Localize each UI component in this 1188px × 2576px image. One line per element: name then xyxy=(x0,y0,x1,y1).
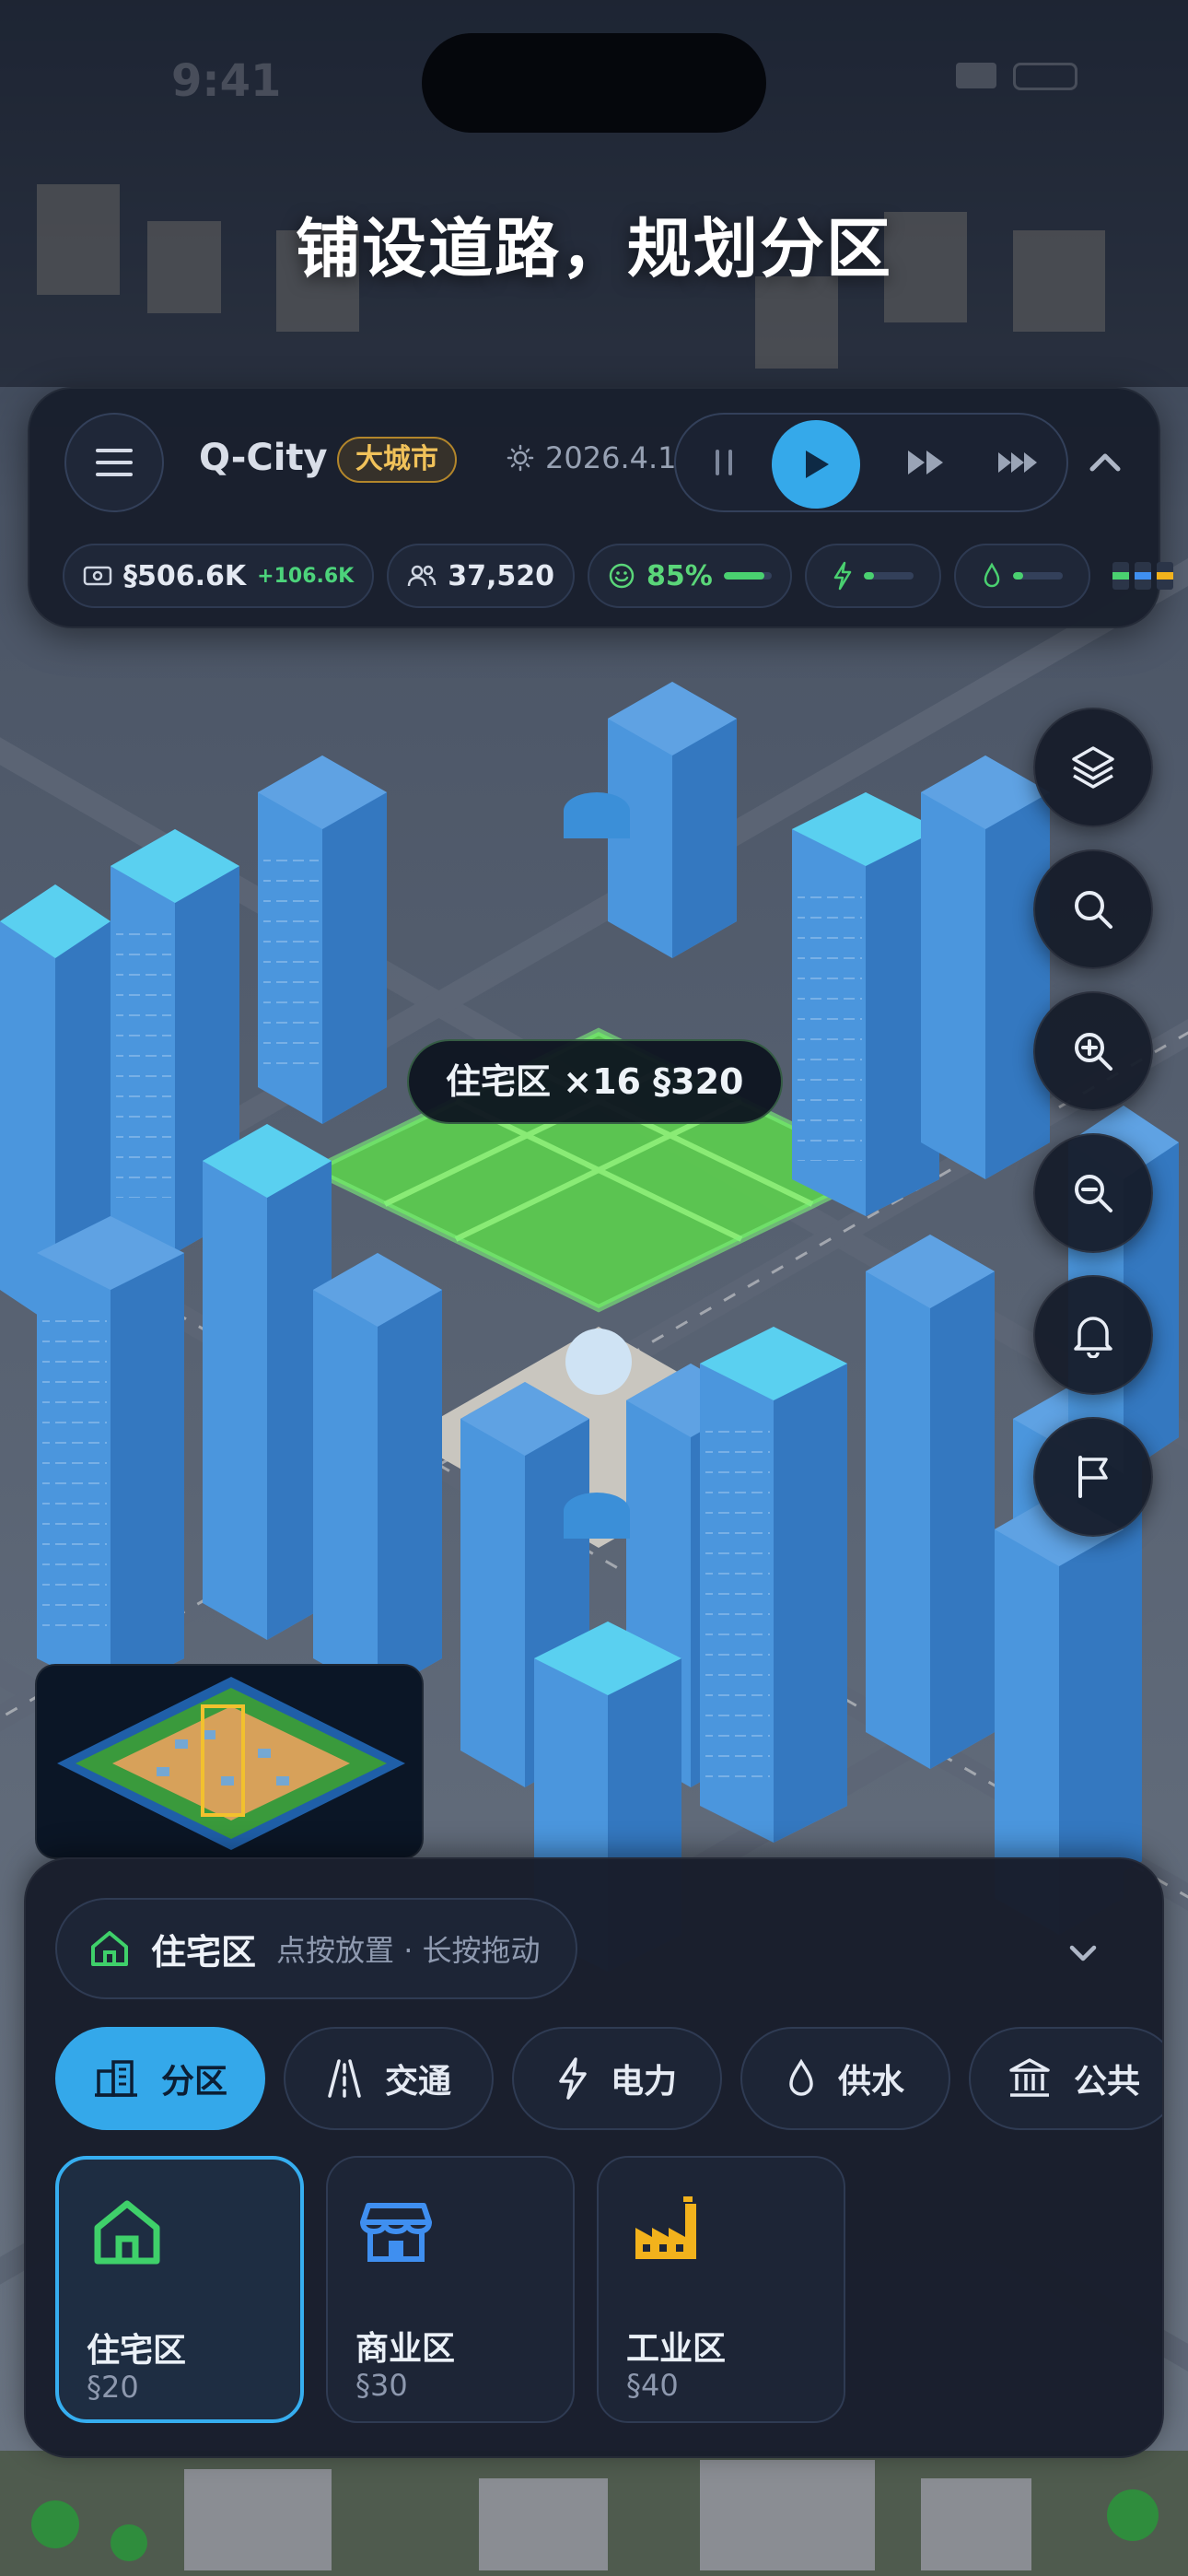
tab-public[interactable]: 公共 xyxy=(969,2027,1162,2130)
tab-water-label: 供水 xyxy=(837,2063,904,2101)
signal-icon xyxy=(956,63,996,88)
factory-icon xyxy=(635,2196,696,2259)
smile-icon xyxy=(609,563,635,589)
zone-placement-tooltip: 住宅区 ×16 §320 xyxy=(407,1039,783,1124)
rci-demand-indicator[interactable] xyxy=(1112,544,1173,608)
lightning-icon xyxy=(559,2057,587,2100)
chevron-down-icon[interactable] xyxy=(1065,1935,1101,1972)
status-bar: 9:41 xyxy=(0,0,1188,147)
water-stat[interactable] xyxy=(953,544,1090,608)
money-value: §506.6K xyxy=(123,559,247,592)
city-name[interactable]: Q-City xyxy=(199,437,328,479)
stats-row: §506.6K +106.6K 37,520 85% xyxy=(63,544,1173,608)
zoom-out-button[interactable] xyxy=(1033,1133,1153,1253)
chevron-up-icon xyxy=(1089,453,1121,472)
goals-button[interactable] xyxy=(1033,1417,1153,1537)
money-delta: +106.6K xyxy=(257,564,355,588)
zone-card-price: §30 xyxy=(355,2368,408,2403)
zone-card-name: 商业区 xyxy=(355,2330,456,2368)
play-button[interactable] xyxy=(772,420,860,509)
tab-transport[interactable]: 交通 xyxy=(284,2027,494,2130)
zone-items: 住宅区 §20 商业区 §30 工业区 §40 xyxy=(55,2156,845,2423)
selected-tool-hint: 点按放置 · 长按拖动 xyxy=(276,1933,541,1968)
selected-tool-name: 住宅区 xyxy=(151,1931,257,1973)
tab-zoning-label: 分区 xyxy=(160,2063,227,2101)
water-bar xyxy=(1012,572,1063,580)
tab-public-label: 公共 xyxy=(1073,2063,1140,2101)
civic-building-icon xyxy=(1009,2058,1050,2097)
zone-card-industrial[interactable]: 工业区 §40 xyxy=(597,2156,845,2423)
play-icon xyxy=(806,451,829,478)
minimap[interactable] xyxy=(35,1664,424,1859)
house-icon xyxy=(94,2200,160,2265)
dynamic-island xyxy=(422,33,766,133)
fast-forward-button[interactable] xyxy=(906,442,947,483)
water-drop-icon xyxy=(789,2058,813,2096)
tab-power[interactable]: 电力 xyxy=(512,2027,722,2130)
fast-forward-icon xyxy=(908,451,943,474)
fastest-speed-icon xyxy=(998,452,1037,473)
time-speed-control xyxy=(674,413,1068,512)
tab-transport-label: 交通 xyxy=(384,2063,451,2101)
layers-icon xyxy=(1072,746,1114,789)
power-stat[interactable] xyxy=(804,544,941,608)
shop-icon xyxy=(360,2203,432,2262)
population-stat[interactable]: 37,520 xyxy=(387,544,575,608)
happiness-bar xyxy=(723,572,772,580)
top-hud: Q-City 大城市 2026.4.1 §506.6K +106.6K 37,5… xyxy=(28,387,1173,628)
tab-power-label: 电力 xyxy=(610,2063,677,2101)
happiness-value: 85% xyxy=(646,559,713,592)
fastest-speed-button[interactable] xyxy=(996,442,1041,483)
house-icon xyxy=(91,1931,128,1966)
zone-card-price: §40 xyxy=(626,2368,679,2403)
zone-card-residential[interactable]: 住宅区 §20 xyxy=(55,2156,304,2423)
layers-button[interactable] xyxy=(1033,708,1153,827)
flag-icon xyxy=(1078,1456,1108,1498)
search-button[interactable] xyxy=(1033,849,1153,969)
status-time: 9:41 xyxy=(171,55,282,107)
bell-icon xyxy=(1074,1317,1112,1358)
selected-tool-chip[interactable]: 住宅区 点按放置 · 长按拖动 xyxy=(55,1898,577,1999)
collapse-hud-button[interactable] xyxy=(1079,437,1131,488)
status-indicators xyxy=(956,63,1077,90)
buildings-icon xyxy=(94,2060,137,2097)
category-tabs: 分区 交通 电力 供水 公共 xyxy=(55,2027,1162,2130)
zone-card-commercial[interactable]: 商业区 §30 xyxy=(326,2156,575,2423)
road-icon xyxy=(328,2059,361,2098)
map-tools xyxy=(1033,708,1155,1559)
money-stat[interactable]: §506.6K +106.6K xyxy=(63,544,375,608)
power-bar xyxy=(863,572,914,580)
build-panel: 住宅区 点按放置 · 长按拖动 分区 交通 电力 供水 公共 住宅区 §20 商… xyxy=(24,1857,1164,2458)
tab-zoning[interactable]: 分区 xyxy=(55,2027,265,2130)
water-drop-icon xyxy=(984,562,1000,588)
cash-icon xyxy=(83,566,112,586)
people-icon xyxy=(407,565,437,587)
search-icon xyxy=(1075,891,1112,929)
notifications-button[interactable] xyxy=(1033,1275,1153,1395)
zoom-out-icon xyxy=(1075,1175,1112,1212)
sun-icon xyxy=(507,444,534,472)
city-tier-badge: 大城市 xyxy=(337,437,457,483)
zone-card-price: §20 xyxy=(87,2370,139,2405)
promo-headline: 铺设道路，规划分区 xyxy=(296,211,892,287)
minimap-image xyxy=(37,1666,422,1857)
zoom-in-button[interactable] xyxy=(1033,991,1153,1111)
game-date: 2026.4.1 xyxy=(507,440,677,475)
menu-button[interactable] xyxy=(64,413,164,512)
zone-card-name: 工业区 xyxy=(626,2330,727,2368)
zone-card-name: 住宅区 xyxy=(87,2332,187,2370)
population-value: 37,520 xyxy=(448,559,554,592)
battery-icon xyxy=(1013,63,1077,90)
game-date-text: 2026.4.1 xyxy=(545,440,677,475)
lightning-icon xyxy=(833,561,852,591)
zoom-in-icon xyxy=(1075,1033,1112,1071)
happiness-stat[interactable]: 85% xyxy=(588,544,792,608)
hamburger-icon xyxy=(96,449,133,476)
tab-water[interactable]: 供水 xyxy=(740,2027,950,2130)
pause-button[interactable] xyxy=(704,442,744,483)
